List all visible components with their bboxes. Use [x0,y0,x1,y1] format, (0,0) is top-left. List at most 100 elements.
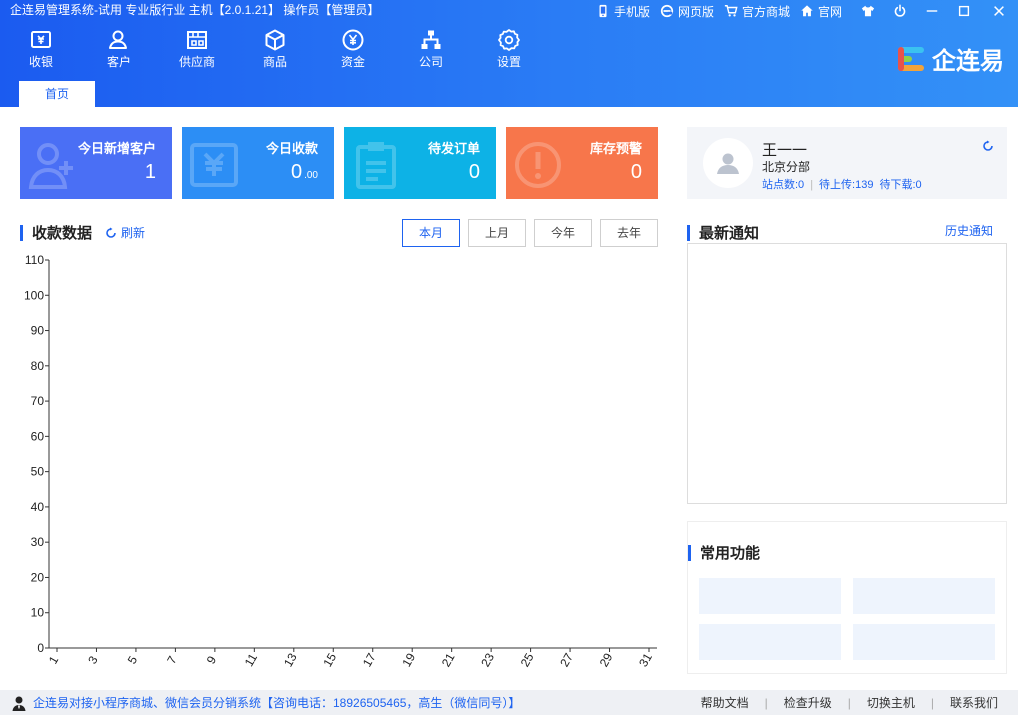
alert-icon [515,142,561,188]
nav-supplier[interactable]: 供应商 [158,28,236,69]
ie-icon [660,4,674,18]
stat-label: 今日新增客户 [77,141,156,156]
period-this-month[interactable]: 本月 [402,219,460,247]
period-last-month[interactable]: 上月 [468,219,526,247]
profile-branch: 北京分部 [762,160,811,174]
x-tick-label: 21 [439,650,458,669]
period-last-year[interactable]: 去年 [600,219,658,247]
pending-download: 待下载:0 [879,179,922,191]
help-docs-link[interactable]: 帮助文档 [701,694,749,711]
gear-icon [498,29,520,51]
nav-company[interactable]: 公司 [392,28,470,69]
promo-link[interactable]: 企连易对接小程序商城、微信会员分销系统【咨询电话：18926505465，高生（… [11,694,520,711]
skin-icon [861,5,875,17]
x-tick-label: 27 [557,650,576,669]
x-tick-label: 7 [164,653,180,666]
tab-home[interactable]: 首页 [19,81,95,107]
x-tick-label: 13 [281,650,300,669]
official-store-link[interactable]: 官方商城 [724,3,790,20]
section-marker [687,224,690,241]
y-tick-label: 30 [31,535,45,549]
y-tick-label: 70 [31,394,45,408]
refresh-icon[interactable] [982,140,994,152]
history-notices-link[interactable]: 历史通知 [945,222,993,239]
clipboard-icon [356,142,396,189]
nav-funds[interactable]: 资金 [314,28,392,69]
avatar[interactable] [703,138,753,188]
support-agent-icon [12,696,26,711]
skin-button[interactable] [852,0,884,22]
power-button[interactable] [884,0,916,22]
y-tick-label: 20 [31,570,45,584]
stat-value: 0 [630,161,642,183]
maximize-button[interactable] [948,0,980,22]
footer-links: 帮助文档 | 检查升级 | 切换主机 | 联系我们 [700,694,998,711]
logo-icon [898,46,924,71]
yuan-icon [342,29,364,51]
y-tick-label: 80 [31,359,45,373]
stat-card-pending-orders[interactable]: 待发订单 0 [344,127,496,199]
y-tick-label: 10 [31,606,45,620]
y-tick-label: 100 [24,288,44,302]
contact-us-link[interactable]: 联系我们 [950,694,998,711]
app-header: 企连易管理系统-试用 专业版行业 主机【2.0.1.21】 操作员【管理员】 手… [0,0,1018,107]
stat-card-stock-alert[interactable]: 库存预警 0 [506,127,658,199]
receipts-title: 收款数据 [32,225,93,242]
profile-name: 王一一 [762,142,808,159]
customer-icon [109,30,127,49]
y-tick-label: 0 [37,641,44,655]
section-marker [20,224,23,241]
mobile-version-link[interactable]: 手机版 [596,3,650,20]
period-this-year[interactable]: 今年 [534,219,592,247]
common-function-slot[interactable] [853,578,995,614]
pending-upload: 待上传:139 [819,179,874,191]
section-marker [688,544,691,561]
x-tick-label: 15 [320,650,339,669]
nav-product[interactable]: 商品 [236,28,314,69]
stat-value: 0 [468,161,480,183]
nav-settings[interactable]: 设置 [470,28,548,69]
x-tick-label: 25 [518,650,537,669]
common-functions-panel: 常用功能 [687,521,1007,674]
x-tick-label: 9 [204,653,220,666]
top-links: 手机版 网页版 官方商城 官网 [596,0,1018,22]
logo-text: 企连易 [932,48,1004,75]
web-version-link[interactable]: 网页版 [660,3,714,20]
nav-customer[interactable]: 客户 [80,28,158,69]
notices-header: 最新通知 [687,222,759,243]
x-tick-label: 3 [85,653,101,666]
minimize-icon [926,10,938,12]
minimize-button[interactable] [916,0,948,22]
stat-card-today-receipts[interactable]: 今日收款 0.00 [182,127,334,199]
common-function-slot[interactable] [853,624,995,660]
stat-card-new-customers[interactable]: 今日新增客户 1 [20,127,172,199]
x-tick-label: 23 [478,650,497,669]
x-tick-label: 29 [597,650,616,669]
y-tick-label: 110 [25,253,44,267]
stat-decimal: .00 [304,170,318,181]
switch-host-link[interactable]: 切换主机 [867,694,915,711]
profile-stats: 站点数:0 | 待上传:139 待下载:0 [762,179,922,191]
power-icon [894,4,906,17]
common-function-slot[interactable] [699,624,841,660]
add-user-icon [28,143,73,189]
y-tick-label: 50 [31,465,45,479]
window-title: 企连易管理系统-试用 专业版行业 主机【2.0.1.21】 操作员【管理员】 [10,3,380,17]
close-button[interactable] [980,0,1018,22]
y-tick-label: 40 [31,500,45,514]
maximize-icon [958,5,970,17]
home-icon [801,5,813,17]
check-update-link[interactable]: 检查升级 [784,694,832,711]
stat-label: 库存预警 [589,141,642,156]
common-function-slot[interactable] [699,578,841,614]
common-title: 常用功能 [700,545,761,562]
cashier-icon [190,143,238,187]
stat-label: 待发订单 [427,141,480,156]
mobile-icon [599,4,607,18]
refresh-button[interactable]: 刷新 [105,224,145,241]
org-chart-icon [421,30,441,49]
nav-cashier[interactable]: 收银 [2,28,80,69]
cart-icon [724,5,738,17]
receipts-header: 收款数据 刷新 [20,222,145,243]
official-site-link[interactable]: 官网 [800,3,842,20]
